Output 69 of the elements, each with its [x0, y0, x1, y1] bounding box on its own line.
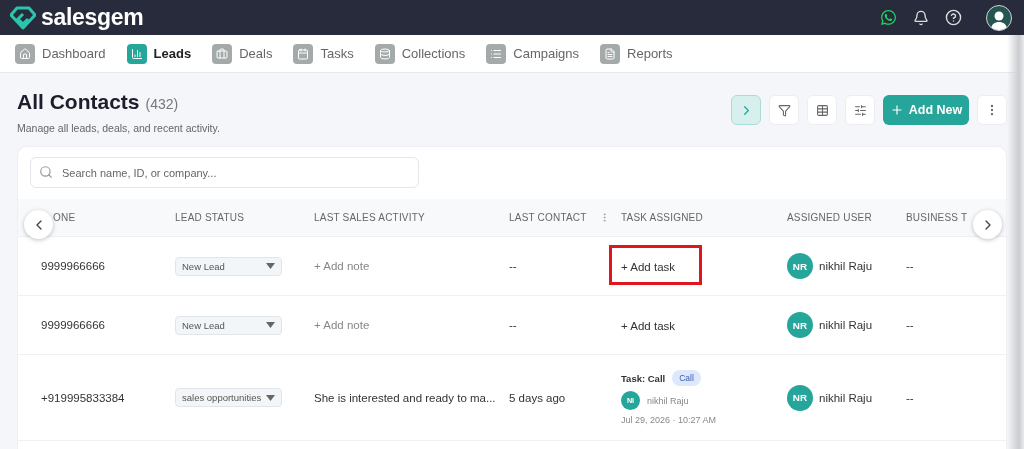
home-icon — [15, 43, 35, 64]
filter-icon — [777, 103, 791, 117]
nav-tab[interactable]: Leads — [126, 43, 192, 64]
user-name: nikhil Raju — [819, 391, 873, 404]
last-contact-cell-text: -- — [509, 319, 518, 331]
search-field[interactable]: Search name, ID, or company... — [30, 157, 419, 188]
assignee-name: nikhil Raju — [647, 395, 689, 406]
nav-tab[interactable]: Reports — [600, 43, 673, 64]
filter-button[interactable] — [769, 95, 799, 125]
page-title: All Contacts — [17, 90, 140, 114]
user-avatar: NR — [787, 312, 813, 338]
last-contact-cell-text: -- — [509, 260, 518, 272]
phone-cell-text: 9999966666 — [41, 319, 106, 331]
nav-tab[interactable]: Campaigns — [486, 43, 580, 64]
phone-cell-text: 9999966666 — [41, 260, 106, 272]
column-header: ASSIGNED USER — [787, 212, 872, 223]
user-avatar[interactable] — [986, 4, 1012, 31]
column-header: LAST CONTACT — [509, 212, 587, 223]
database-icon — [374, 43, 395, 64]
user-avatar: NR — [787, 384, 813, 411]
table-icon — [815, 103, 829, 117]
activity-note: She is interested and ready to ma... — [314, 391, 497, 404]
search-icon — [39, 165, 53, 179]
task-due-date: Jul 29, 2026 · 10:27 AM — [621, 415, 718, 425]
add-note-link[interactable]: + Add note — [314, 260, 509, 272]
sliders-icon — [853, 103, 867, 117]
plus-icon — [889, 103, 904, 117]
table-view-button[interactable] — [807, 95, 837, 125]
calendar-icon — [293, 43, 314, 64]
whatsapp-icon[interactable] — [880, 9, 897, 26]
nav-tab[interactable]: Deals — [212, 43, 273, 64]
caret-icon — [266, 322, 275, 328]
caret-icon — [266, 263, 275, 269]
user-name: nikhil Raju — [819, 319, 873, 331]
task-type-badge: Call — [672, 370, 701, 386]
caret-icon — [266, 394, 275, 401]
add-task-link[interactable]: + Add task — [621, 320, 676, 332]
briefcase-icon — [212, 43, 233, 64]
list-icon — [486, 43, 507, 64]
task-title: Task: Call — [621, 372, 666, 384]
column-header: LAST SALES ACTIVITY — [314, 212, 425, 223]
brand-name: salesgem — [41, 4, 144, 31]
column-header: ONE — [53, 212, 76, 223]
lead-status-select[interactable]: sales opportunities — [175, 388, 282, 407]
document-icon — [600, 43, 621, 64]
lead-status-select[interactable]: New Lead — [175, 256, 282, 276]
business-cell-text: -- — [906, 319, 915, 331]
help-icon[interactable] — [945, 9, 962, 26]
nav-tab[interactable]: Tasks — [293, 43, 354, 64]
business-cell-text: -- — [906, 391, 915, 404]
add-note-link[interactable]: + Add note — [314, 319, 509, 331]
logo-icon — [10, 5, 36, 30]
add-task-link[interactable]: + Add task — [621, 261, 676, 273]
user-name: nikhil Raju — [819, 260, 873, 272]
phone-cell-text: +919995833384 — [41, 391, 126, 404]
nav-tab[interactable]: Collections — [374, 43, 466, 64]
last-contact-cell-text: 5 days ago — [509, 391, 567, 404]
bar-chart-icon — [126, 43, 147, 64]
business-cell-text: -- — [906, 260, 915, 272]
contact-count: (432) — [145, 96, 179, 112]
page-subtitle: Manage all leads, deals, and recent activity. — [17, 122, 220, 134]
lead-status-select[interactable]: New Lead — [175, 315, 282, 335]
column-header: LEAD STATUS — [175, 212, 245, 223]
column-header: BUSINESS T — [906, 212, 968, 223]
settings-button[interactable] — [845, 95, 875, 125]
user-avatar: NR — [787, 253, 813, 279]
bell-icon[interactable] — [913, 9, 929, 26]
nav-tab[interactable]: Dashboard — [15, 43, 106, 64]
column-header: TASK ASSIGNED — [621, 212, 703, 223]
